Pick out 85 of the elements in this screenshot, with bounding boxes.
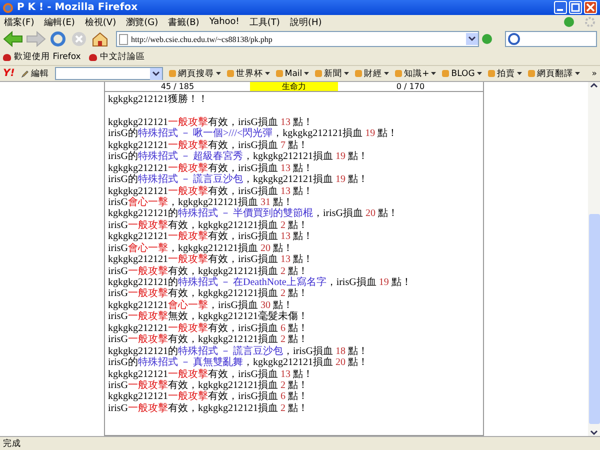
battle-log-line: kgkgkg212121一般攻擊有效，irisG損血 6 點！ bbox=[108, 391, 308, 402]
dropdown-icon[interactable] bbox=[466, 33, 478, 45]
minimize-button[interactable] bbox=[554, 1, 567, 14]
battle-log-line: kgkgkg212121一般攻擊有效，irisG損血 13 點！ bbox=[108, 162, 313, 174]
menu-item[interactable]: 瀏覽(G) bbox=[126, 16, 158, 28]
search-engine-icon bbox=[508, 33, 520, 45]
battle-log-line: irisG一般攻擊有效，kgkgkg212121損血 2 點！ bbox=[108, 334, 308, 346]
toolbar-item[interactable]: 網頁搜尋 bbox=[168, 68, 221, 80]
battle-log-line: kgkgkg212121的特殊招式 － 謊言豆沙包，irisG損血 18 點！ bbox=[108, 346, 368, 357]
battle-log-line: irisG一般攻擊有效，kgkgkg212121損血 2 點！ bbox=[108, 288, 308, 300]
toolbar-search-field[interactable] bbox=[54, 67, 163, 80]
battle-log-line: kgkgkg212121一般攻擊有效，irisG損血 6 點！ bbox=[108, 322, 308, 334]
maximize-icon bbox=[571, 3, 580, 12]
globe-icon bbox=[3, 2, 13, 12]
search-field[interactable] bbox=[505, 31, 597, 47]
status-text: 完成 bbox=[3, 438, 21, 450]
address-field[interactable]: http://web.csie.chu.edu.tw/~cs88138/pk.php bbox=[116, 31, 479, 47]
battle-log-line: irisG的特殊招式 － 謊言豆沙包，kgkgkg212121損血 19 點！ bbox=[108, 174, 368, 186]
battle-log-line: irisG的特殊招式 － 超級春宮秀，kgkgkg212121損血 19 點！ bbox=[108, 151, 368, 162]
battle-log-line: kgkgkg212121的特殊招式 － 在DeathNote上寫名字，irisG損血 19 點！ bbox=[108, 277, 412, 288]
battle-log-line: kgkgkg212121一般攻擊有效，irisG損血 13 點！ bbox=[108, 368, 313, 380]
pencil-icon bbox=[20, 70, 29, 78]
caret-icon bbox=[344, 72, 350, 76]
maximize-button[interactable] bbox=[569, 1, 582, 14]
result-text: kgkgkg212121獲勝！！ bbox=[107, 92, 209, 107]
caret-icon bbox=[384, 72, 390, 76]
table-cell-text: 0 / 170 bbox=[395, 82, 426, 91]
menu-item[interactable]: 說明(H) bbox=[290, 16, 322, 28]
battle-log-line: kgkgkg212121會心一擊，irisG損血 30 點！ bbox=[108, 300, 293, 311]
menu-item[interactable]: 編輯(E) bbox=[44, 16, 75, 28]
menu-item[interactable]: 檢視(V) bbox=[84, 16, 116, 28]
dropdown-icon[interactable] bbox=[152, 71, 160, 77]
menu-item[interactable]: 書籤(B) bbox=[168, 16, 200, 28]
battle-log-line: kgkgkg212121一般攻擊有效，irisG損血 7 點！ bbox=[108, 140, 308, 151]
toolbar-item[interactable]: 知識+ bbox=[395, 68, 436, 80]
battle-log-line: irisG一般攻擊有效，kgkgkg212121損血 2 點！ bbox=[108, 266, 308, 277]
reload-icon[interactable] bbox=[49, 31, 67, 47]
throbber-icon bbox=[584, 16, 596, 28]
battle-log-line: irisG一般攻擊有效，kgkgkg212121損血 2 點！ bbox=[108, 220, 308, 231]
caret-icon bbox=[431, 72, 436, 76]
close-icon bbox=[586, 3, 595, 12]
toolbar-item[interactable]: Mail bbox=[276, 68, 310, 78]
toolbar-item[interactable]: 世界杯 bbox=[226, 68, 270, 80]
status-icon bbox=[564, 17, 574, 27]
menu-item[interactable]: 檔案(F) bbox=[4, 16, 34, 28]
battle-log-line: kgkgkg212121一般攻擊有效，irisG損血 13 點！ bbox=[108, 254, 313, 266]
window-title: P K ! - Mozilla Firefox bbox=[17, 2, 139, 13]
yahoo-logo[interactable]: Y! bbox=[3, 68, 15, 79]
table-cell: 生命力 bbox=[250, 82, 338, 91]
battle-log-line: irisG會心一擊，kgkgkg212121損血 31 點！ bbox=[108, 196, 293, 208]
bookmark-link[interactable]: 歡迎使用 Firefox bbox=[3, 51, 81, 63]
menu-item[interactable]: Yahoo! bbox=[209, 17, 240, 27]
scrollbar[interactable] bbox=[588, 82, 600, 436]
bookmark-link[interactable]: 中文討論區 bbox=[88, 51, 145, 63]
caret-icon bbox=[304, 72, 310, 76]
toolbar-item[interactable]: 拍賣 bbox=[488, 68, 522, 80]
caret-icon bbox=[574, 72, 580, 76]
battle-log-line: kgkgkg212121一般攻擊有效，irisG損血 13 點！ bbox=[108, 116, 313, 128]
battle-log-line: kgkgkg212121的特殊招式 － 半價買到的雙節棍，irisG損血 20 點！ bbox=[108, 208, 398, 220]
toolbar-item[interactable]: 新聞 bbox=[315, 68, 350, 80]
battle-log-line: irisG一般攻擊無效，kgkgkg212121毫髮未傷！ bbox=[108, 311, 308, 322]
edit-menu[interactable]: 編輯 bbox=[20, 68, 49, 80]
menu-item[interactable]: 工具(T) bbox=[249, 16, 280, 28]
page-icon bbox=[119, 34, 128, 44]
toolbar-item[interactable]: 財經 bbox=[355, 68, 390, 80]
scroll-thumb[interactable] bbox=[588, 214, 600, 424]
battle-log-line: irisG一般攻擊有效，kgkgkg212121損血 2 點！ bbox=[108, 402, 308, 414]
close-button[interactable] bbox=[584, 1, 597, 14]
battle-log-line: kgkgkg212121一般攻擊有效，irisG損血 13 點！ bbox=[108, 186, 313, 197]
battle-log-line: irisG一般攻擊有效，kgkgkg212121損血 2 點！ bbox=[108, 380, 308, 391]
battle-log-line: irisG會心一擊，kgkgkg212121損血 20 點！ bbox=[108, 242, 293, 254]
back-arrow-icon[interactable] bbox=[3, 31, 23, 47]
toolbar-item[interactable]: 網頁翻譯 bbox=[528, 68, 580, 80]
toolbar-item[interactable]: BLOG bbox=[442, 68, 482, 78]
caret-icon bbox=[476, 72, 482, 76]
caret-icon bbox=[216, 72, 221, 76]
battle-log-line: irisG的特殊招式 － 真無雙亂舞，kgkgkg212121損血 20 點！ bbox=[108, 357, 368, 368]
home-icon[interactable] bbox=[91, 31, 109, 47]
caret-icon bbox=[516, 72, 522, 76]
caret-icon bbox=[264, 72, 270, 76]
table-cell-text: 45 / 185 bbox=[160, 82, 196, 91]
more-button[interactable]: » bbox=[592, 68, 597, 78]
battle-log-line: kgkgkg212121一般攻擊有效，irisG損血 13 點！ bbox=[108, 231, 313, 242]
go-icon[interactable] bbox=[482, 34, 492, 44]
battle-log-line: irisG的特殊招式 － 啾一個>///<閃光彈，kgkgkg212121損血 19 點！ bbox=[108, 128, 398, 140]
